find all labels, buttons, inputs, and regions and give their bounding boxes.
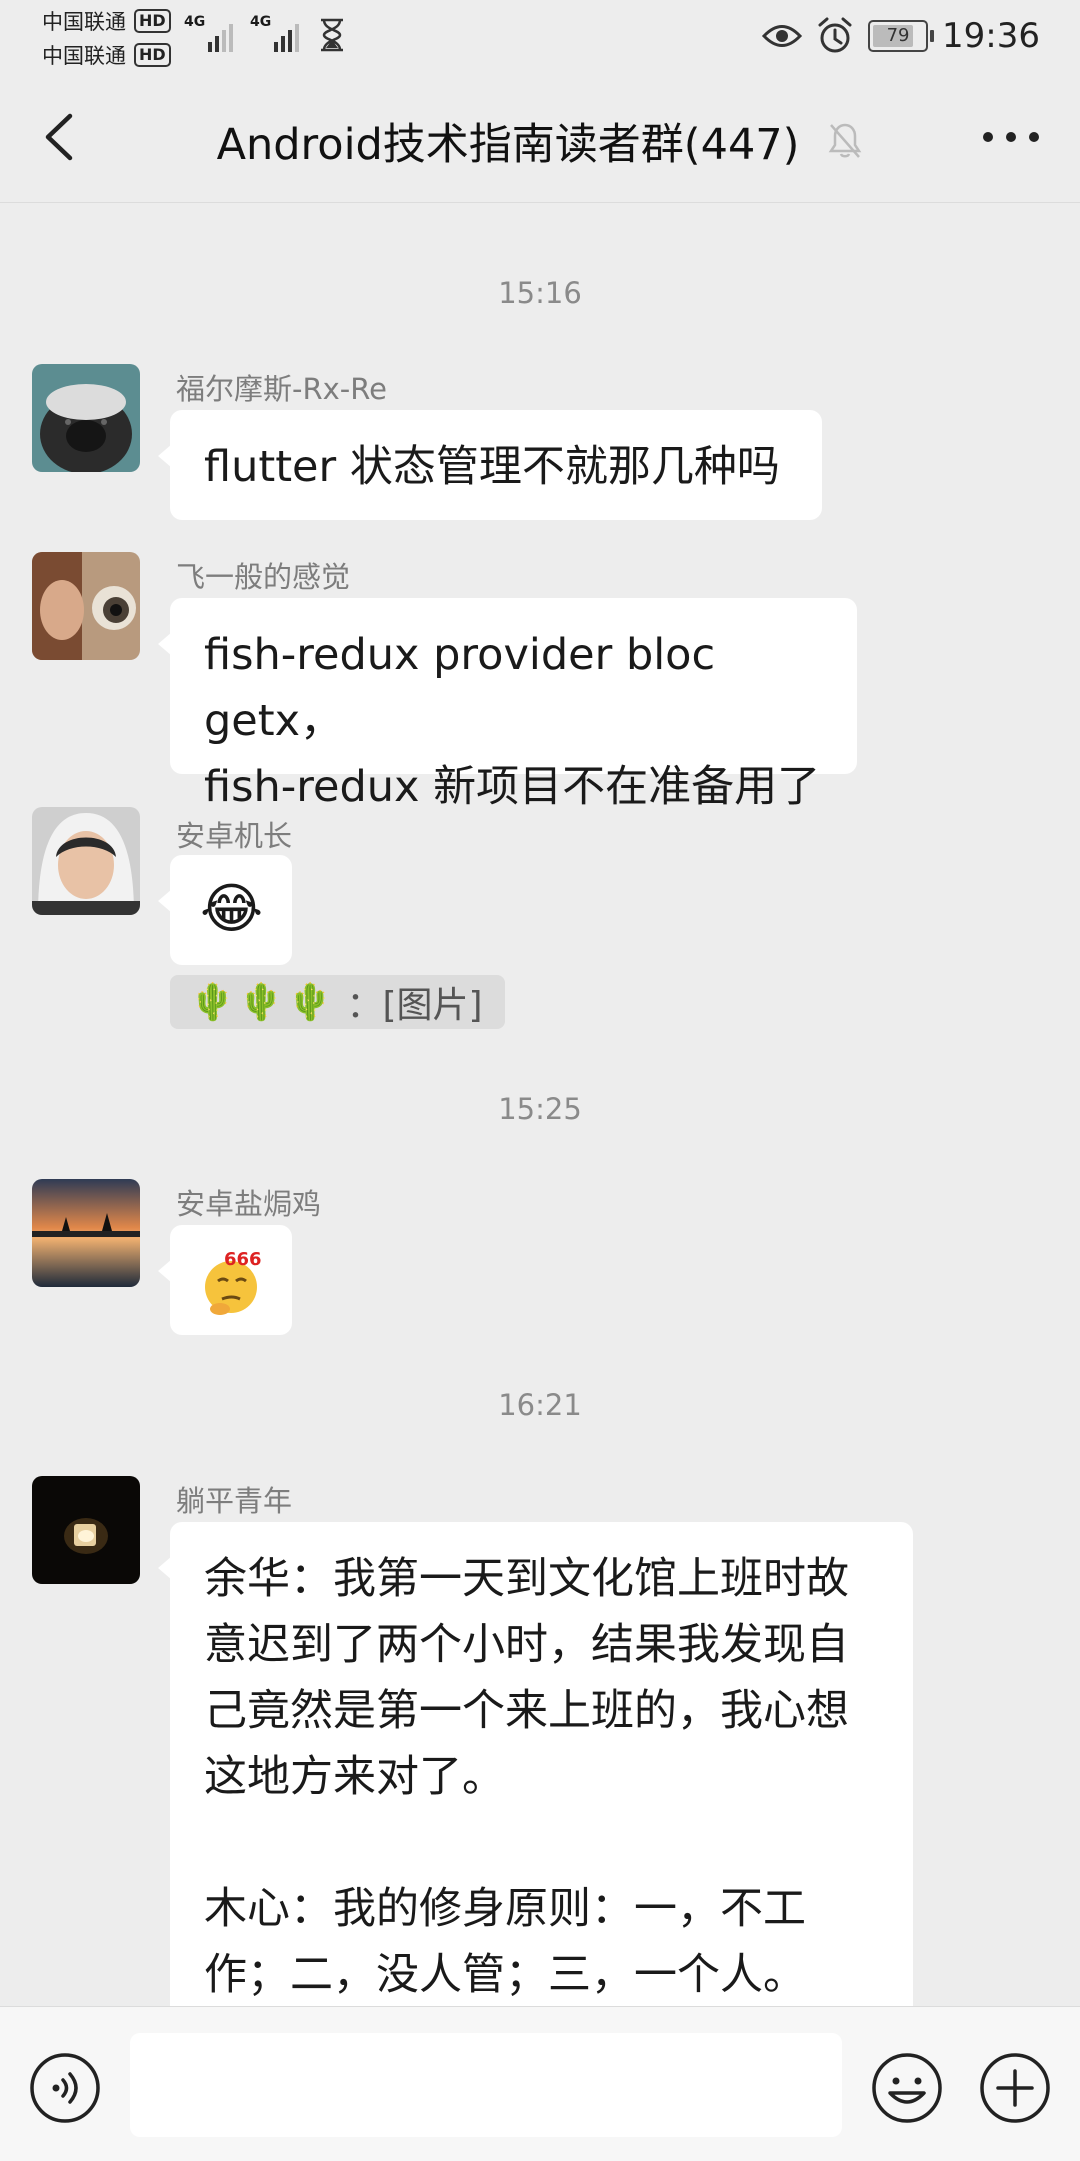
chat-header: Android技术指南读者群(447) bbox=[0, 72, 1080, 203]
time-separator: 16:21 bbox=[498, 1388, 582, 1422]
alarm-icon bbox=[818, 17, 852, 53]
hd-badge-2: HD bbox=[134, 43, 171, 67]
carrier-row-1: 中国联通 HD bbox=[42, 6, 171, 36]
status-time: 19:36 bbox=[942, 16, 1040, 56]
hd-badge-1: HD bbox=[134, 9, 171, 33]
chat-title[interactable]: Android技术指南读者群(447) bbox=[217, 110, 800, 172]
emoji-bubble[interactable]: 😂 bbox=[158, 855, 292, 965]
sticker-bubble[interactable]: 666 bbox=[158, 1225, 292, 1335]
avatar[interactable] bbox=[32, 364, 140, 472]
network-label-1: 4G bbox=[184, 14, 206, 30]
quote-text: ：[图片] bbox=[346, 985, 483, 1026]
more-dots-icon[interactable] bbox=[978, 122, 1044, 152]
thinking-666-sticker-icon: 666 bbox=[205, 1249, 262, 1315]
avatar[interactable] bbox=[32, 1179, 140, 1287]
message-bubble[interactable]: fish-redux provider bloc getx， fish-redu… bbox=[158, 598, 857, 812]
carrier-name-2: 中国联通 bbox=[42, 44, 126, 68]
network-label-2: 4G bbox=[250, 14, 272, 30]
sender-name: 飞一般的感觉 bbox=[176, 560, 351, 594]
quote-reply[interactable]: 🌵🌵🌵 ：[图片] bbox=[170, 975, 505, 1029]
message-bubble[interactable]: 余华：我第一天到文化馆上班时故 意迟到了两个小时，结果我发现自 己竟然是第一个来… bbox=[158, 1522, 913, 2082]
time-separator: 15:25 bbox=[498, 1092, 582, 1126]
plus-circle-icon[interactable] bbox=[978, 2051, 1052, 2125]
input-bar bbox=[0, 2006, 1080, 2161]
message-input[interactable] bbox=[130, 2033, 842, 2137]
status-bar: 中国联通 HD 中国联通 HD 4G 4G 79 19:36 bbox=[0, 0, 1080, 72]
sender-name: 安卓盐焗鸡 bbox=[176, 1187, 322, 1221]
sender-name: 福尔摩斯-Rx-Re bbox=[176, 372, 387, 406]
status-right: 79 19:36 bbox=[762, 12, 1040, 60]
carrier-name-1: 中国联通 bbox=[42, 10, 126, 34]
hourglass-icon bbox=[321, 18, 343, 52]
carrier-row-2: 中国联通 HD bbox=[42, 40, 171, 70]
sticker-label: 666 bbox=[224, 1249, 262, 1270]
sender-name: 躺平青年 bbox=[176, 1484, 293, 1518]
time-separator: 15:16 bbox=[498, 276, 582, 310]
cactus-emojis: 🌵🌵🌵 bbox=[190, 982, 337, 1023]
smiley-icon[interactable] bbox=[870, 2051, 944, 2125]
tears-of-joy-emoji: 😂 bbox=[200, 877, 264, 940]
avatar[interactable] bbox=[32, 807, 140, 915]
message-bubble[interactable]: flutter 状态管理不就那几种吗 bbox=[158, 410, 822, 520]
avatar[interactable] bbox=[32, 1476, 140, 1584]
signal-icon-1: 4G bbox=[184, 14, 234, 52]
battery-level: 79 bbox=[886, 25, 910, 46]
voice-icon[interactable] bbox=[28, 2051, 102, 2125]
bell-muted-icon bbox=[829, 123, 862, 158]
title-wrap: Android技术指南读者群(447) bbox=[0, 110, 1080, 172]
eye-icon bbox=[762, 25, 803, 47]
battery-icon: 79 bbox=[868, 20, 935, 52]
signal-icon-2: 4G bbox=[250, 14, 300, 52]
sender-name: 安卓机长 bbox=[176, 819, 293, 853]
avatar[interactable] bbox=[32, 552, 140, 660]
